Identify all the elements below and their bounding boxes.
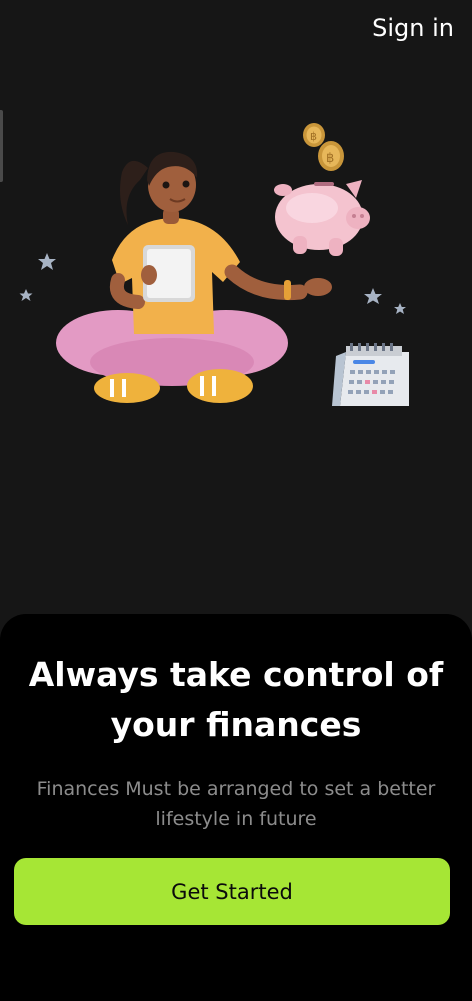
svg-text:฿: ฿ bbox=[310, 130, 317, 143]
coin-icon: ฿ bbox=[303, 123, 325, 147]
star-icon bbox=[38, 253, 56, 270]
get-started-button[interactable]: Get Started bbox=[14, 858, 450, 925]
star-icon bbox=[19, 289, 33, 301]
star-icon bbox=[394, 303, 406, 314]
coin-icon: ฿ bbox=[318, 141, 344, 171]
onboarding-subtitle: Finances Must be arranged to set a bette… bbox=[36, 778, 436, 830]
onboarding-sheet: Always take control of your finances Fin… bbox=[0, 614, 472, 1001]
top-bar: Sign in bbox=[0, 0, 472, 60]
calendar-icon bbox=[332, 343, 409, 406]
sign-in-button[interactable]: Sign in bbox=[372, 10, 454, 46]
svg-text:฿: ฿ bbox=[326, 151, 334, 166]
piggy-bank-icon bbox=[274, 180, 370, 256]
star-icon bbox=[364, 288, 382, 304]
hero-illustration: ฿ ฿ bbox=[19, 123, 409, 406]
onboarding-headline: Always take control of your finances bbox=[28, 655, 444, 744]
